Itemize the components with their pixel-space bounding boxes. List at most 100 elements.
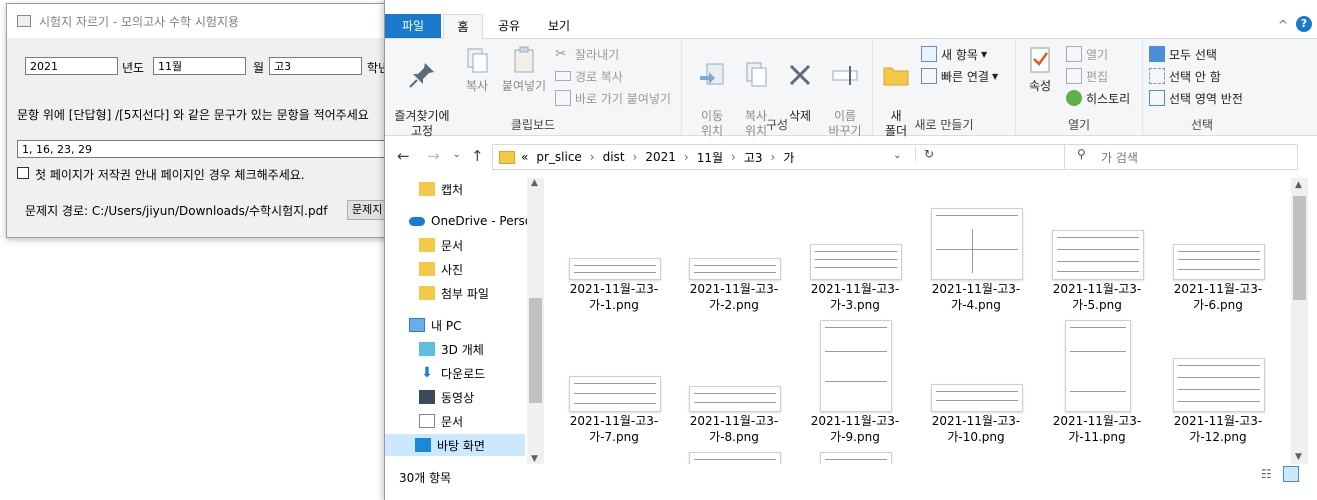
nav-scroll-thumb[interactable] [529,298,542,403]
easy-access-button[interactable]: 빠른 연결 ▼ [921,66,998,86]
breadcrumb-dist[interactable]: dist [603,150,625,164]
cut-button[interactable]: ✂ 잘라내기 [555,44,619,64]
tab-home[interactable]: 홈 [443,14,483,39]
breadcrumb-separator-icon: › [589,150,595,164]
organize-group: 이동 위치 복사 위치 삭제 이름 바꾸기 구성 [682,39,873,138]
file-thumbnail[interactable] [820,452,892,464]
file-item[interactable]: 2021-11월-고3- 가-4.png [921,281,1031,313]
file-thumbnail[interactable] [820,320,892,412]
nav-item-this-pc[interactable]: 내 PC [409,314,461,336]
file-item[interactable]: 2021-11월-고3- 가-12.png [1163,413,1273,445]
select-none-button[interactable]: 선택 안 함 [1149,66,1221,86]
tab-file[interactable]: 파일 [385,14,441,38]
file-item[interactable]: 2021-11월-고3- 가-6.png [1163,281,1273,313]
breadcrumb-separator-icon: › [632,150,638,164]
content-scroll-thumb[interactable] [1293,196,1306,300]
grade-input[interactable]: 고3 [269,57,362,75]
nav-item-documents-pc[interactable]: 문서 [419,410,463,432]
copy-to-icon [746,62,767,87]
file-item[interactable]: 2021-11월-고3- 가-1.png [559,281,669,313]
file-item[interactable]: 2021-11월-고3- 가-10.png [921,413,1031,445]
recent-locations-icon[interactable]: ⌄ [453,150,461,160]
open-button[interactable]: 열기 [1066,44,1108,64]
breadcrumb-가[interactable]: 가 [783,149,794,166]
nav-item-pictures[interactable]: 사진 [419,258,463,280]
scroll-up-icon[interactable]: ▲ [1295,180,1302,190]
file-thumbnail[interactable] [689,258,781,280]
questions-input[interactable]: 1, 16, 23, 29 [17,140,397,158]
breadcrumb-2021[interactable]: 2021 [645,150,676,164]
copy-path-icon [555,71,571,81]
month-input[interactable]: 11월 [153,57,246,75]
forward-arrow-icon[interactable]: → [427,147,440,165]
scroll-down-icon[interactable]: ▼ [531,454,538,464]
large-icons-view-icon[interactable] [1283,466,1299,482]
collapse-ribbon-icon[interactable]: ^ [1278,18,1288,32]
tab-share[interactable]: 공유 [489,14,529,38]
address-row: ← → ⌄ ↑ « pr_slice › dist › 2021 › 11월 › 고3 ›… [385,140,1317,174]
file-thumbnail[interactable] [689,452,781,464]
copy-path-button[interactable]: 경로 복사 [555,66,623,86]
nav-item-videos[interactable]: 동영상 [419,386,474,408]
file-thumbnail[interactable] [1052,230,1144,280]
file-thumbnail[interactable] [1065,320,1131,412]
file-thumbnail[interactable] [569,376,661,412]
details-view-icon[interactable]: ☷ [1261,467,1277,483]
breadcrumb-pr-slice[interactable]: pr_slice [536,150,581,164]
nav-scrollbar[interactable]: ▲ ▼ [527,178,544,464]
file-item[interactable]: 2021-11월-고3- 가-11.png [1042,413,1152,445]
back-arrow-icon[interactable]: ← [397,147,410,165]
search-box[interactable]: ⚲ 가 검색 [1064,145,1138,169]
invert-selection-button[interactable]: 선택 영역 반전 [1149,88,1243,108]
up-arrow-icon[interactable]: ↑ [471,147,484,165]
copyright-checkbox-label: 첫 페이지가 저작권 안내 페이지인 경우 체크해주세요. [35,168,305,182]
history-icon [1066,90,1082,106]
address-bar[interactable]: « pr_slice › dist › 2021 › 11월 › 고3 › 가 ⌄ ↻ ⚲… [492,144,1298,170]
address-dropdown-icon[interactable]: ⌄ [893,150,901,161]
copyright-checkbox[interactable] [17,167,29,179]
nav-item-onedrive[interactable]: OneDrive - Person [409,210,540,232]
file-thumbnail[interactable] [931,208,1023,280]
file-item[interactable]: 2021-11월-고3- 가-2.png [679,281,789,313]
breadcrumb-overflow[interactable]: « [521,150,528,164]
nav-item-downloads[interactable]: ⬇ 다운로드 [419,362,485,384]
properties-button[interactable]: 속성 [1022,45,1058,94]
file-thumbnail[interactable] [569,258,661,280]
scroll-down-icon[interactable]: ▼ [1295,452,1302,462]
file-thumbnail[interactable] [1173,358,1265,412]
file-thumbnail[interactable] [810,244,902,280]
file-item[interactable]: 2021-11월-고3- 가-9.png [800,413,910,445]
refresh-icon[interactable]: ↻ [915,147,934,161]
file-item[interactable]: 2021-11월-고3- 가-8.png [679,413,789,445]
app-titlebar[interactable]: 시험지 자르기 - 모의고사 수학 시험지용 [7,4,407,38]
file-item[interactable]: 2021-11월-고3- 가-5.png [1042,281,1152,313]
nav-item-documents[interactable]: 문서 [419,234,463,256]
file-item[interactable]: 2021-11월-고3- 가-7.png [559,413,669,445]
scroll-up-icon[interactable]: ▲ [531,178,538,188]
paste-button[interactable]: 붙여넣기 [499,45,549,94]
nav-item-capture[interactable]: 캡처 [419,178,463,200]
move-to-icon [700,63,724,85]
edit-button[interactable]: 편집 [1066,66,1108,86]
help-icon[interactable]: ? [1296,16,1312,32]
history-button[interactable]: 히스토리 [1066,88,1130,108]
folder-icon [419,262,435,276]
nav-item-desktop[interactable]: 바탕 화면 [385,434,525,456]
breadcrumb-고3[interactable]: 고3 [744,149,763,166]
delete-button[interactable]: 삭제 [780,45,820,124]
nav-item-3d-objects[interactable]: 3D 개체 [419,338,484,360]
file-thumbnail[interactable] [1173,244,1265,280]
search-input[interactable]: 가 검색 [1101,149,1138,166]
breadcrumb-11월[interactable]: 11월 [697,149,723,166]
tab-view[interactable]: 보기 [539,14,579,38]
select-all-button[interactable]: 모두 선택 [1149,44,1217,64]
content-scrollbar[interactable]: ▲ ▼ [1291,178,1308,464]
nav-item-attachments[interactable]: 첨부 파일 [419,282,489,304]
paste-shortcut-button[interactable]: 바로 가기 붙여넣기 [555,88,671,108]
file-item[interactable]: 2021-11월-고3- 가-3.png [800,281,910,313]
copy-button[interactable]: 복사 [459,45,495,94]
file-thumbnail[interactable] [931,384,1023,412]
year-input[interactable]: 2021 [25,57,118,75]
file-thumbnail[interactable] [689,386,781,412]
new-item-button[interactable]: 새 항목 ▼ [921,44,987,64]
